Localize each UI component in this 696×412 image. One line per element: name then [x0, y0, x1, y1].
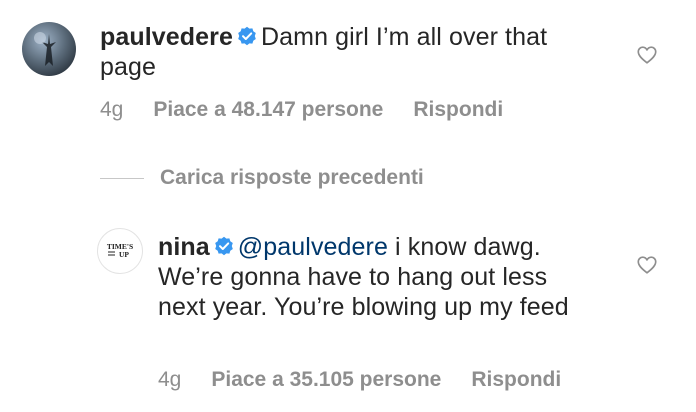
load-previous-replies-button[interactable]: Carica risposte precedenti	[100, 166, 424, 190]
avatar-nina[interactable]: TIME'S UP	[97, 228, 143, 274]
comment-age: 4g	[158, 368, 182, 391]
timesup-logo: TIME'S UP	[104, 241, 136, 261]
svg-text:UP: UP	[119, 250, 129, 259]
verified-badge-icon	[214, 237, 233, 256]
replies-divider-line	[100, 177, 144, 179]
reply-button[interactable]: Rispondi	[413, 98, 503, 122]
verified-badge-icon	[238, 27, 256, 46]
comment-body: nina @paulvedere i know dawg. We’re gonn…	[158, 232, 588, 322]
load-previous-replies-label: Carica risposte precedenti	[160, 166, 424, 189]
comment-meta: 4g Piace a 48.147 persone Rispondi	[100, 98, 503, 122]
timesup-logo-image: TIME'S UP	[107, 242, 133, 259]
comment-username[interactable]: paulvedere	[100, 23, 233, 51]
avatar-image	[34, 32, 56, 66]
reply-button[interactable]: Rispondi	[471, 368, 561, 392]
comment-age: 4g	[100, 98, 124, 121]
mention-link[interactable]: @paulvedere	[238, 233, 388, 261]
heart-outline-icon[interactable]	[636, 254, 658, 276]
comment-meta: 4g Piace a 35.105 persone Rispondi	[158, 368, 561, 392]
heart-outline-icon[interactable]	[636, 44, 658, 66]
comment-likes-link[interactable]: Piace a 35.105 persone	[211, 368, 441, 392]
comment-username[interactable]: nina	[158, 233, 210, 261]
comment-body: paulvedere Damn girl I’m all over that p…	[100, 22, 600, 82]
avatar-paulvedere[interactable]	[22, 22, 76, 76]
comment-likes-link[interactable]: Piace a 48.147 persone	[153, 98, 383, 122]
